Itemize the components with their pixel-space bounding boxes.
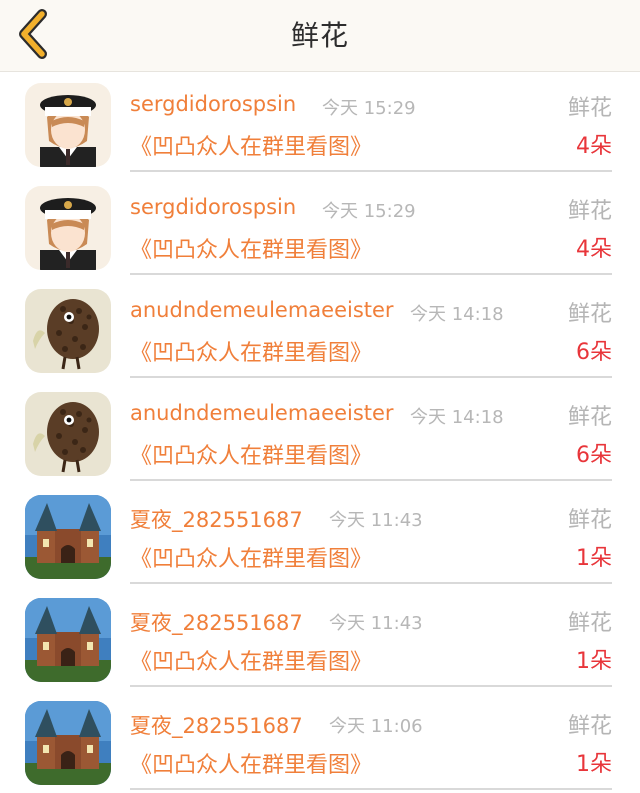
gift-type: 鲜花 (567, 714, 612, 739)
avatar-hedgehog[interactable] (25, 392, 111, 476)
avatar-sailor-boy[interactable] (25, 83, 111, 167)
list-item[interactable]: 夏夜_282551687 今天 11:43 鲜花 《凹凸众人在群里看图》 1朵 (0, 587, 640, 690)
page-title: 鲜花 (290, 19, 349, 52)
group-name[interactable]: 《凹凸众人在群里看图》 (130, 232, 372, 264)
flower-count: 1朵 (576, 752, 612, 777)
timestamp: 今天 14:18 (410, 407, 504, 428)
row-divider (130, 788, 612, 790)
hedgehog-avatar-icon (25, 392, 111, 476)
group-name[interactable]: 《凹凸众人在群里看图》 (130, 129, 372, 161)
row-divider (130, 685, 612, 687)
group-name[interactable]: 《凹凸众人在群里看图》 (130, 438, 372, 470)
list-item[interactable]: 夏夜_282551687 今天 11:43 鲜花 《凹凸众人在群里看图》 1朵 (0, 484, 640, 587)
timestamp: 今天 15:29 (322, 201, 416, 222)
castle-avatar-icon (25, 598, 111, 682)
gift-type: 鲜花 (567, 302, 612, 327)
timestamp: 今天 11:43 (329, 510, 423, 531)
timestamp: 今天 11:43 (329, 613, 423, 634)
sender-name[interactable]: sergdidorospsin (130, 92, 296, 116)
group-name[interactable]: 《凹凸众人在群里看图》 (130, 541, 372, 573)
row-divider (130, 479, 612, 481)
group-name[interactable]: 《凹凸众人在群里看图》 (130, 335, 372, 367)
sender-name[interactable]: 夏夜_282551687 (130, 504, 303, 534)
row-divider (130, 582, 612, 584)
castle-avatar-icon (25, 701, 111, 785)
timestamp: 今天 15:29 (322, 98, 416, 119)
row-divider (130, 376, 612, 378)
sender-name[interactable]: 夏夜_282551687 (130, 710, 303, 740)
gift-type: 鲜花 (567, 611, 612, 636)
flower-count: 6朵 (576, 340, 612, 365)
timestamp: 今天 14:18 (410, 304, 504, 325)
flower-record-list: sergdidorospsin 今天 15:29 鲜花 《凹凸众人在群里看图》 … (0, 72, 640, 793)
flower-count: 1朵 (576, 546, 612, 571)
list-item[interactable]: sergdidorospsin 今天 15:29 鲜花 《凹凸众人在群里看图》 … (0, 175, 640, 278)
gift-type: 鲜花 (567, 508, 612, 533)
gift-type: 鲜花 (567, 405, 612, 430)
hedgehog-avatar-icon (25, 289, 111, 373)
list-item[interactable]: anudndemeulemaeeister 今天 14:18 鲜花 《凹凸众人在… (0, 381, 640, 484)
flower-count: 6朵 (576, 443, 612, 468)
gift-type: 鲜花 (567, 199, 612, 224)
top-bar: 鲜花 (0, 0, 640, 72)
avatar-castle[interactable] (25, 598, 111, 682)
sender-name[interactable]: anudndemeulemaeeister (130, 401, 394, 425)
sender-name[interactable]: anudndemeulemaeeister (130, 298, 394, 322)
row-divider (130, 170, 612, 172)
group-name[interactable]: 《凹凸众人在群里看图》 (130, 747, 372, 779)
timestamp: 今天 11:06 (329, 716, 423, 737)
list-item[interactable]: sergdidorospsin 今天 15:29 鲜花 《凹凸众人在群里看图》 … (0, 72, 640, 175)
sender-name[interactable]: 夏夜_282551687 (130, 607, 303, 637)
sender-name[interactable]: sergdidorospsin (130, 195, 296, 219)
list-item[interactable]: anudndemeulemaeeister 今天 14:18 鲜花 《凹凸众人在… (0, 278, 640, 381)
flower-count: 4朵 (576, 237, 612, 262)
avatar-castle[interactable] (25, 495, 111, 579)
sailor-boy-avatar-icon (25, 83, 111, 167)
row-divider (130, 273, 612, 275)
list-item[interactable]: 夏夜_282551687 今天 11:06 鲜花 《凹凸众人在群里看图》 1朵 (0, 690, 640, 793)
flower-count: 4朵 (576, 134, 612, 159)
flower-count: 1朵 (576, 649, 612, 674)
avatar-hedgehog[interactable] (25, 289, 111, 373)
avatar-sailor-boy[interactable] (25, 186, 111, 270)
gift-type: 鲜花 (567, 96, 612, 121)
group-name[interactable]: 《凹凸众人在群里看图》 (130, 644, 372, 676)
avatar-castle[interactable] (25, 701, 111, 785)
sailor-boy-avatar-icon (25, 186, 111, 270)
castle-avatar-icon (25, 495, 111, 579)
